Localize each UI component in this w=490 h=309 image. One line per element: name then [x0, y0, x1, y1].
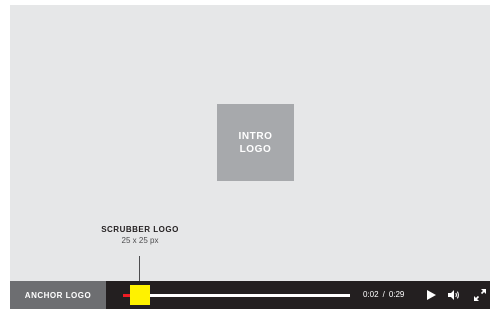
intro-logo-line1: INTRO — [238, 130, 273, 142]
fullscreen-icon[interactable] — [473, 288, 487, 302]
duration: 0:29 — [388, 290, 405, 299]
scrubber-annotation-size: 25 x 25 px — [121, 236, 159, 245]
time-display: 0:02/0:29 — [363, 290, 404, 299]
intro-logo: INTRO LOGO — [217, 104, 294, 181]
intro-logo-line2: LOGO — [239, 143, 272, 155]
scrubber-annotation-title: SCRUBBER LOGO — [101, 225, 179, 234]
scrubber-annotation: SCRUBBER LOGO 25 x 25 px — [94, 224, 186, 247]
anchor-logo-label: ANCHOR LOGO — [24, 290, 92, 300]
volume-icon[interactable] — [447, 288, 461, 302]
time-separator: / — [382, 290, 385, 299]
video-player[interactable]: INTRO LOGO SCRUBBER LOGO 25 x 25 px ANCH… — [10, 5, 490, 309]
anchor-logo: ANCHOR LOGO — [10, 281, 106, 309]
current-time: 0:02 — [363, 290, 379, 299]
play-icon[interactable] — [424, 288, 438, 302]
scrubber-handle[interactable] — [130, 285, 150, 305]
progress-track[interactable] — [123, 294, 350, 297]
control-bar: ANCHOR LOGO 0:02/0:29 — [10, 281, 490, 309]
